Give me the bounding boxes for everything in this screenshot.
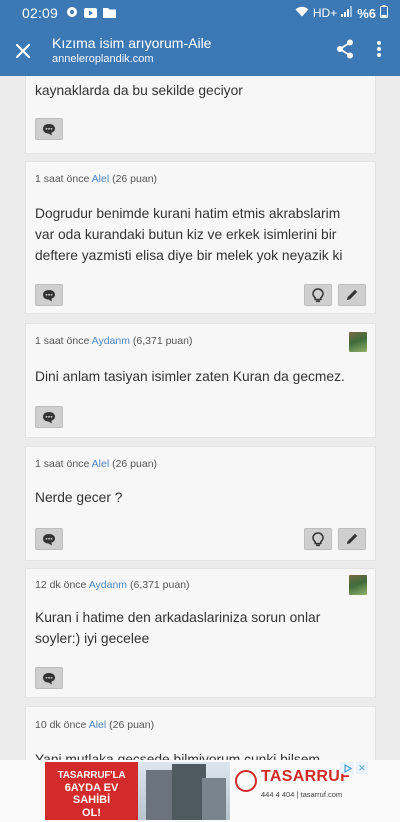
share-button[interactable]: [336, 39, 354, 64]
pencil-icon: [347, 289, 358, 300]
best-answer-button[interactable]: [304, 528, 332, 550]
comment-text: Dini anlam tasiyan isimler zaten Kuran d…: [35, 369, 345, 384]
comment-user-link[interactable]: Aydanm: [89, 579, 127, 591]
comment-meta: 10 dk önce Alel (26 puan): [35, 719, 154, 731]
ad-brand-logo: TASARRUF 444 4 404 | tasarruf.com: [235, 768, 357, 814]
edit-button[interactable]: [338, 528, 366, 550]
comment-points: (26 puan): [112, 458, 158, 470]
ad-line-2: 6AYDA EV SAHİBİ: [64, 782, 119, 806]
browser-toolbar: Kızıma isim arıyorum-Aile anneleroplandi…: [0, 26, 400, 76]
reply-button[interactable]: [35, 667, 63, 689]
comment-user-link[interactable]: Alel: [92, 173, 110, 185]
comment-text: Yani mutlaka gecsede bilmiyorum cunki bi…: [35, 752, 320, 760]
ad-line-1: TASARRUF'LA: [57, 770, 126, 781]
signal-icon: [341, 6, 353, 20]
brand-mark-icon: [235, 770, 257, 792]
close-button[interactable]: [0, 43, 46, 59]
close-icon: ✕: [358, 762, 366, 773]
notification-dot-icon: [66, 6, 78, 21]
comment-card: 1 saat önce Alel (26 puan) Dogrudur beni…: [25, 161, 376, 314]
comment-time: 10 dk önce: [35, 719, 87, 731]
battery-level: %6: [357, 5, 376, 21]
comment-card: kaynaklarda da bu sekilde geciyor: [25, 76, 376, 154]
comment-time: 1 saat önce: [35, 458, 90, 470]
ad-brand-name: TASARRUF: [261, 768, 351, 785]
comment-card: 1 saat önce Alel (26 puan) Nerde gecer ?: [25, 446, 376, 561]
folder-icon: [103, 6, 117, 21]
comment-points: (26 puan): [112, 173, 158, 185]
youtube-icon: [84, 6, 98, 21]
comment-text: Nerde gecer ?: [35, 490, 123, 505]
chat-bubble-icon: [43, 533, 55, 545]
pencil-icon: [347, 533, 358, 544]
status-bar: 02:09 HD+ %6: [0, 0, 400, 26]
edit-button[interactable]: [338, 284, 366, 306]
comment-time: 12 dk önce: [35, 579, 87, 591]
wifi-icon: [295, 6, 309, 20]
avatar[interactable]: [349, 575, 367, 595]
comment-text: kaynaklarda da bu sekilde geciyor: [35, 83, 243, 98]
comment-meta: 12 dk önce Aydanm (6,371 puan): [35, 579, 190, 591]
ad-building-image: [138, 762, 230, 820]
more-options-button[interactable]: [376, 40, 382, 63]
ad-phone: 444 4 404 | tasarruf.com: [261, 790, 343, 799]
comment-time: 1 saat önce: [35, 335, 90, 347]
share-icon: [337, 39, 353, 58]
comment-user-link[interactable]: Alel: [89, 719, 107, 731]
page-url: anneleroplandik.com: [52, 53, 154, 65]
comment-card: 10 dk önce Alel (26 puan) Yani mutlaka g…: [25, 706, 376, 760]
ad-line-3: OL!: [82, 807, 101, 819]
chat-bubble-icon: [43, 289, 55, 301]
ad-close-button[interactable]: ✕: [356, 762, 368, 774]
comment-card: 1 saat önce Aydanm (6,371 puan) Dini anl…: [25, 323, 376, 438]
comment-points: (26 puan): [109, 719, 155, 731]
comment-time: 1 saat önce: [35, 173, 90, 185]
lightbulb-icon: [312, 531, 324, 546]
close-icon: [15, 43, 31, 59]
comments-list: kaynaklarda da bu sekilde geciyor 1 saat…: [0, 76, 400, 760]
reply-button[interactable]: [35, 284, 63, 306]
lightbulb-icon: [312, 287, 324, 302]
chat-bubble-icon: [43, 411, 55, 423]
avatar[interactable]: [349, 332, 367, 352]
page-title-block: Kızıma isim arıyorum-Aile anneleroplandi…: [46, 35, 336, 67]
comment-user-link[interactable]: Alel: [92, 458, 110, 470]
network-type: HD+: [312, 6, 338, 20]
comment-text: Kuran i hatime den arkadaslariniza sorun…: [35, 610, 321, 646]
ad-banner[interactable]: TASARRUF'LA 6AYDA EV SAHİBİ OL! TASARRUF…: [0, 760, 400, 822]
ad-slogan: TASARRUF'LA 6AYDA EV SAHİBİ OL!: [45, 762, 138, 820]
reply-button[interactable]: [35, 528, 63, 550]
comment-text: Dogrudur benimde kurani hatim etmis akra…: [35, 206, 343, 263]
more-vert-icon: [377, 40, 381, 57]
comment-points: (6,371 puan): [129, 579, 190, 591]
best-answer-button[interactable]: [304, 284, 332, 306]
comment-meta: 1 saat önce Aydanm (6,371 puan): [35, 335, 192, 347]
chat-bubble-icon: [43, 123, 55, 135]
reply-button[interactable]: [35, 406, 63, 428]
page-title: Kızıma isim arıyorum-Aile: [52, 35, 212, 51]
comment-meta: 1 saat önce Alel (26 puan): [35, 458, 157, 470]
comment-card: 12 dk önce Aydanm (6,371 puan) Kuran i h…: [25, 568, 376, 698]
comment-user-link[interactable]: Aydanm: [92, 335, 130, 347]
status-time: 02:09: [22, 5, 59, 21]
battery-icon: [380, 5, 388, 21]
chat-bubble-icon: [43, 672, 55, 684]
comment-points: (6,371 puan): [132, 335, 193, 347]
comment-meta: 1 saat önce Alel (26 puan): [35, 173, 157, 185]
reply-button[interactable]: [35, 118, 63, 140]
adchoices-icon: [343, 763, 352, 773]
adchoices-button[interactable]: [340, 762, 354, 774]
